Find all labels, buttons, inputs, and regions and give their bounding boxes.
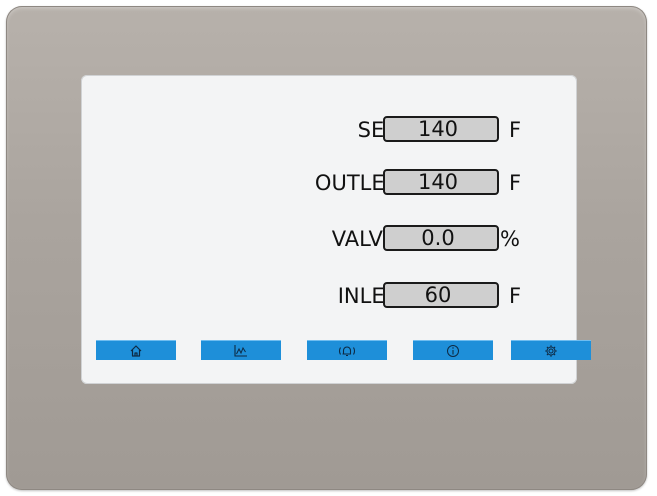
outlet-temp-field: 140 — [383, 169, 499, 195]
outlet-temp-row: OUTLET TEMP 140 F — [81, 167, 577, 199]
setpoint-row: SETPOINT 140 F — [81, 114, 577, 146]
hmi-screen: SETPOINT 140 F OUTLET TEMP 140 F VALVE O… — [81, 75, 591, 384]
home-icon — [130, 344, 142, 357]
setpoint-value: 140 — [417, 117, 459, 141]
home-button[interactable] — [96, 340, 176, 360]
inlet-temp-unit: F — [509, 284, 522, 308]
setpoint-unit: F — [509, 118, 522, 142]
valve-open-value: 0.0 — [421, 226, 455, 250]
info-button[interactable] — [413, 340, 493, 360]
outlet-temp-value: 140 — [417, 170, 459, 194]
inlet-temp-value: 60 — [424, 283, 452, 307]
info-icon — [447, 344, 459, 357]
inlet-temp-field: 60 — [383, 282, 499, 308]
outlet-temp-unit: F — [509, 171, 522, 195]
gear-icon — [545, 344, 557, 357]
valve-open-field: 0.0 — [383, 225, 499, 251]
bottom-navbar — [81, 340, 591, 362]
valve-open-row: VALVE OPEN 0.0 % — [81, 223, 577, 255]
trend-chart-icon — [234, 344, 247, 357]
valve-open-unit: % — [500, 227, 520, 251]
alarm-button[interactable] — [307, 340, 387, 360]
alarm-bell-icon — [339, 345, 355, 356]
inlet-temp-row: INLET TEMP 60 F — [81, 280, 577, 312]
settings-button[interactable] — [511, 340, 591, 360]
setpoint-field[interactable]: 140 — [383, 116, 499, 142]
trend-button[interactable] — [201, 340, 281, 360]
